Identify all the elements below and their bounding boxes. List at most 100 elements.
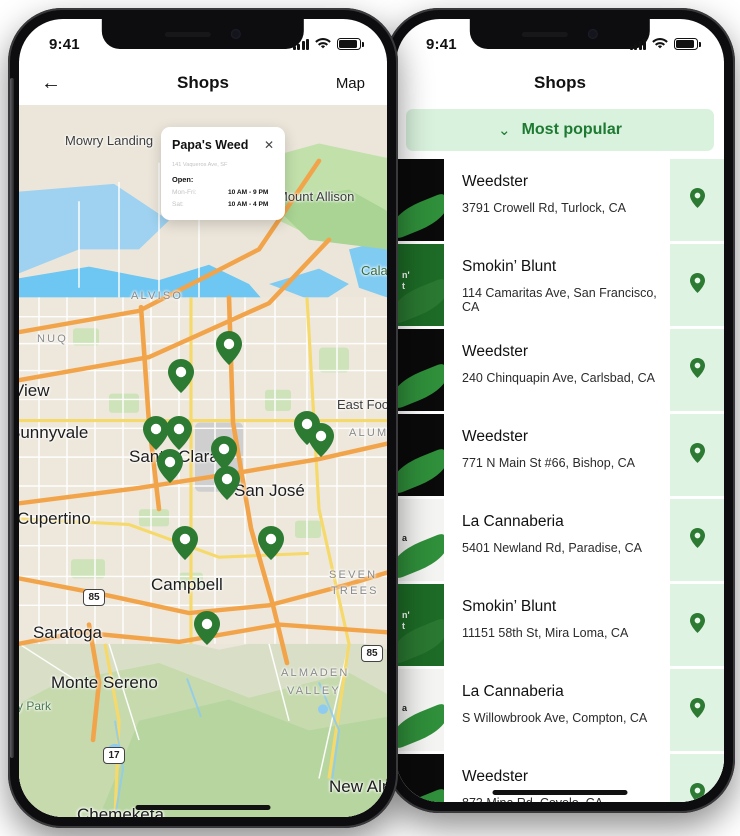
shop-row-content: Smokin’ Blunt 11151 58th St, Mira Loma, C… — [444, 584, 670, 666]
shop-locate-button[interactable] — [670, 669, 724, 751]
shop-thumbnail: n' t — [396, 584, 444, 666]
info-card-address: 141 Vaqueros Ave, SF — [172, 162, 228, 168]
shop-list-item[interactable]: a La Cannaberia 5401 Newland Rd, Paradise,… — [396, 499, 724, 581]
hours-day: Sat: — [172, 201, 184, 208]
location-pin-icon — [689, 187, 705, 213]
map-label: Campbell — [151, 575, 223, 594]
info-card-title: Papa's Weed — [172, 138, 249, 152]
close-icon[interactable]: ✕ — [264, 139, 274, 151]
map-label: New Almaden — [329, 777, 387, 796]
map-label: ALUM ROCK — [349, 427, 387, 439]
map-marker-pin[interactable] — [214, 466, 240, 500]
status-clock-left: 9:41 — [49, 35, 80, 53]
thumbnail-caption: n' t — [402, 610, 410, 631]
filter-label: Most popular — [521, 121, 622, 138]
shop-thumbnail — [396, 159, 444, 241]
map-marker-pin[interactable] — [168, 359, 194, 393]
hours-time: 10 AM - 4 PM — [228, 201, 269, 208]
home-indicator-left — [135, 805, 271, 810]
shop-locate-button[interactable] — [670, 244, 724, 326]
shop-locate-button[interactable] — [670, 584, 724, 666]
shop-address: 11151 58th St, Mira Loma, CA — [462, 626, 629, 640]
shop-list-item[interactable]: Weedster 240 Chinquapin Ave, Carlsbad, CA — [396, 329, 724, 411]
map-label: Mowry Landing — [65, 133, 154, 148]
leaf-icon — [396, 447, 444, 495]
map-marker-pin[interactable] — [194, 611, 220, 645]
phone-mockup-right: 9:41 Shops ⌄ Most popular Weedster 3791 C… — [385, 8, 735, 813]
shop-thumbnail — [396, 754, 444, 802]
home-indicator-right — [492, 790, 628, 795]
map-label: NUQ — [37, 333, 69, 345]
map-marker-pin[interactable] — [308, 423, 334, 457]
map-label: Sunnyvale — [19, 423, 89, 442]
map-marker-pin[interactable] — [172, 526, 198, 560]
filter-most-popular[interactable]: ⌄ Most popular — [406, 109, 714, 151]
map-marker-pin[interactable] — [157, 449, 183, 483]
shop-thumbnail — [396, 414, 444, 496]
info-card-hours-row: Sat: 10 AM - 4 PM — [172, 201, 274, 208]
shop-list-item[interactable]: Weedster 3791 Crowell Rd, Turlock, CA — [396, 159, 724, 241]
shop-locate-button[interactable] — [670, 414, 724, 496]
shop-address: 114 Camaritas Ave, San Francisco, CA — [462, 286, 657, 314]
map-label: ALMADEN — [281, 667, 350, 679]
shop-list-item[interactable]: a La Cannaberia S Willowbrook Ave, Compton… — [396, 669, 724, 751]
shop-address: 240 Chinquapin Ave, Carlsbad, CA — [462, 371, 655, 385]
status-icons-left — [292, 38, 364, 50]
info-card-open-label: Open: — [172, 175, 194, 184]
shop-locate-button[interactable] — [670, 499, 724, 581]
shop-name: Weedster — [462, 173, 529, 190]
leaf-icon — [396, 362, 444, 410]
location-pin-icon — [689, 442, 705, 468]
hours-time: 10 AM - 9 PM — [228, 189, 269, 196]
shop-info-card[interactable]: Papa's Weed ✕ 141 Vaqueros Ave, SF Open:… — [161, 127, 285, 220]
shop-locate-button[interactable] — [670, 159, 724, 241]
location-pin-icon — [689, 527, 705, 553]
shop-locate-button[interactable] — [670, 329, 724, 411]
shop-name: Smokin’ Blunt — [462, 598, 557, 615]
map-label: Calaveras — [361, 263, 387, 278]
shop-thumbnail — [396, 329, 444, 411]
status-bar-left: 9:41 — [19, 19, 387, 61]
shop-list-item[interactable]: Weedster 771 N Main St #66, Bishop, CA — [396, 414, 724, 496]
status-bar-right: 9:41 — [396, 19, 724, 61]
map-marker-pin[interactable] — [211, 436, 237, 470]
screenshot-stage: 9:41 Shops ⌄ Most popular Weedster 3791 C… — [0, 0, 740, 836]
shop-name: Weedster — [462, 343, 529, 360]
location-pin-icon — [689, 782, 705, 802]
cellular-bars-icon — [292, 38, 309, 50]
phone-mockup-left: 9:41 ← Shops Map Mowry Landing Mount All… — [8, 8, 398, 828]
shop-list-item[interactable]: n' t Smokin’ Blunt 11151 58th St, Mira Lom… — [396, 584, 724, 666]
map-marker-pin[interactable] — [258, 526, 284, 560]
cellular-bars-icon — [629, 38, 646, 50]
shop-locate-button[interactable] — [670, 754, 724, 802]
map-label: SEVEN — [329, 569, 378, 581]
hours-day: Mon-Fri: — [172, 189, 197, 196]
map-marker-pin[interactable] — [166, 416, 192, 450]
back-arrow-icon[interactable]: ← — [41, 73, 61, 93]
status-icons-right — [629, 38, 701, 50]
shop-list-item[interactable]: n' t Smokin’ Blunt 114 Camaritas Ave, San … — [396, 244, 724, 326]
shop-address: 3791 Crowell Rd, Turlock, CA — [462, 201, 626, 215]
shop-row-content: Weedster 3791 Crowell Rd, Turlock, CA — [444, 159, 670, 241]
map-label: Saratoga — [33, 623, 102, 642]
map-toggle-button[interactable]: Map — [336, 75, 365, 92]
map-label: nty Park — [19, 699, 52, 713]
shops-list-panel: ⌄ Most popular Weedster 3791 Crowell Rd, … — [396, 105, 724, 802]
shop-name: Smokin’ Blunt — [462, 258, 557, 275]
location-pin-icon — [689, 612, 705, 638]
info-card-hours: Mon-Fri: 10 AM - 9 PM Sat: 10 AM - 4 PM — [172, 189, 274, 208]
shop-address: S Willowbrook Ave, Compton, CA — [462, 711, 648, 725]
thumbnail-caption: a — [402, 533, 408, 543]
map-label: View — [19, 381, 50, 400]
map-marker-pin[interactable] — [216, 331, 242, 365]
info-card-header: Papa's Weed ✕ — [172, 138, 274, 152]
shop-thumbnail: a — [396, 669, 444, 751]
map-label: Cupertino — [19, 509, 91, 528]
shop-row-content: La Cannaberia S Willowbrook Ave, Compton,… — [444, 669, 670, 751]
map-label: TREES — [331, 585, 379, 597]
map-label: Mount Allison — [277, 189, 355, 204]
phone-screen-left: 9:41 ← Shops Map Mowry Landing Mount All… — [19, 19, 387, 817]
shop-row-content: Weedster 771 N Main St #66, Bishop, CA — [444, 414, 670, 496]
route-shield: 17 — [103, 747, 125, 764]
battery-icon — [337, 38, 364, 50]
